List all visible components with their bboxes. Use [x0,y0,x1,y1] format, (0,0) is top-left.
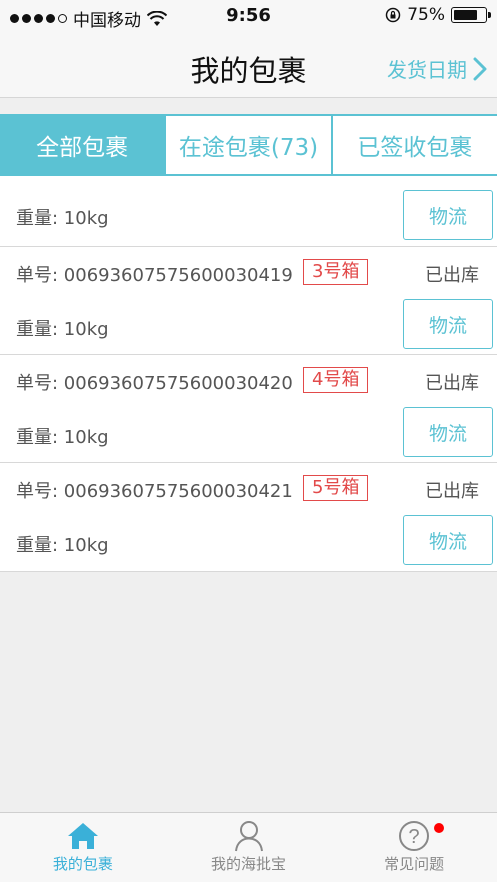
package-number-row: 单号: 00693607575600030419 3号箱 已出库 [0,247,497,301]
package-weight: 重量: 10kg [16,319,109,340]
tab-all-packages[interactable]: 全部包裹 [0,116,165,174]
package-weight: 重量: 10kg [16,535,109,556]
tabbar-my-haipibao[interactable]: 我的海批宝 [166,813,332,882]
chevron-right-icon [473,57,487,80]
tabbar-my-packages[interactable]: 我的包裹 [0,813,166,882]
status-bar: 中国移动 9:56 75% [0,0,497,32]
box-tag: 5号箱 [303,475,369,501]
package-status: 已出库 [425,373,479,394]
package-number: 单号: 00693607575600030421 [16,481,293,502]
package-number: 单号: 00693607575600030420 [16,373,293,394]
logistics-button[interactable]: 物流 [403,515,493,565]
tabbar-label: 我的包裹 [52,855,113,873]
package-list: 重量: 10kg 物流 单号: 00693607575600030419 3号箱… [0,176,497,572]
logistics-button[interactable]: 物流 [403,190,493,240]
package-number: 单号: 00693607575600030419 [16,265,293,286]
rotation-lock-icon [385,7,401,23]
status-right: 75% [385,5,491,25]
battery-percent: 75% [407,5,445,25]
nav-bar: 我的包裹 发货日期 [0,32,497,98]
package-weight: 重量: 10kg [16,427,109,448]
box-tag: 4号箱 [303,367,369,393]
package-weight-row: 重量: 10kg 物流 [0,176,497,247]
tabbar-label: 我的海批宝 [211,855,287,873]
logistics-button[interactable]: 物流 [403,299,493,349]
tabbar-faq[interactable]: ? 常见问题 [331,813,497,882]
package-number-row: 单号: 00693607575600030420 4号箱 已出库 [0,355,497,409]
battery-icon [451,7,491,23]
help-icon: ? [398,819,430,853]
package-weight-row: 重量: 10kg 物流 [0,515,497,571]
svg-text:?: ? [409,826,420,848]
tab-in-transit[interactable]: 在途包裹(73) [164,116,330,174]
logistics-button[interactable]: 物流 [403,407,493,457]
package-weight-row: 重量: 10kg 物流 [0,407,497,463]
ship-date-label: 发货日期 [387,58,467,82]
user-icon [234,819,264,853]
bottom-tab-bar: 我的包裹 我的海批宝 ? 常见问题 [0,812,497,882]
package-weight-row: 重量: 10kg 物流 [0,299,497,355]
notification-badge [434,823,445,833]
tab-signed[interactable]: 已签收包裹 [330,116,497,174]
package-weight: 重量: 10kg [16,208,109,229]
package-status: 已出库 [425,481,479,502]
ship-date-button[interactable]: 发货日期 [387,54,487,83]
package-tabs: 全部包裹 在途包裹(73) 已签收包裹 [0,114,497,176]
tabbar-label: 常见问题 [384,855,445,873]
package-status: 已出库 [425,265,479,286]
box-tag: 3号箱 [303,259,369,285]
home-icon [66,819,100,853]
package-number-row: 单号: 00693607575600030421 5号箱 已出库 [0,463,497,517]
